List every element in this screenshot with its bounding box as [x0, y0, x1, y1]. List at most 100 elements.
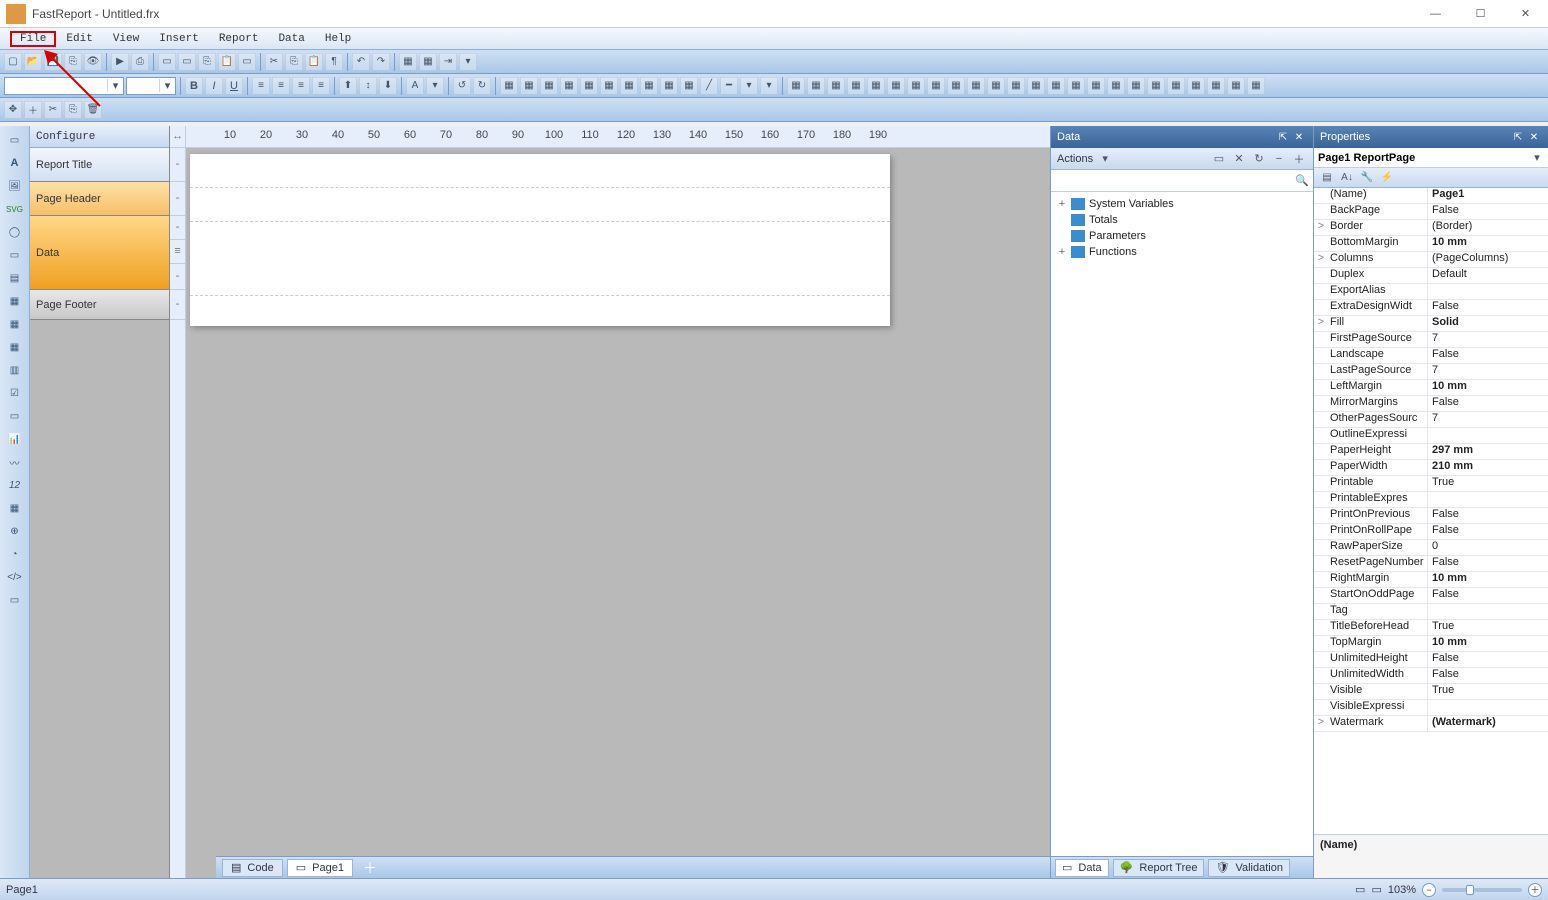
line-icon[interactable]: ▭: [5, 245, 25, 265]
property-value[interactable]: [1428, 428, 1548, 443]
property-value[interactable]: False: [1428, 396, 1548, 411]
property-value[interactable]: 0: [1428, 540, 1548, 555]
search-input[interactable]: [1055, 175, 1295, 187]
expand-icon[interactable]: >: [1314, 716, 1328, 731]
zoom-width-icon[interactable]: ▭: [1371, 883, 1381, 896]
copy-icon[interactable]: ⎘: [64, 101, 82, 119]
property-row[interactable]: VisibleExpressi: [1314, 700, 1548, 716]
page-band-title[interactable]: [190, 154, 890, 188]
property-value[interactable]: [1428, 700, 1548, 715]
property-value[interactable]: 297 mm: [1428, 444, 1548, 459]
page-surface[interactable]: [190, 154, 890, 326]
property-value[interactable]: 7: [1428, 332, 1548, 347]
property-row[interactable]: >Columns(PageColumns): [1314, 252, 1548, 268]
tree-node[interactable]: Parameters: [1057, 228, 1307, 244]
property-row[interactable]: >FillSolid: [1314, 316, 1548, 332]
align-icon[interactable]: ▦: [987, 77, 1005, 95]
property-value[interactable]: False: [1428, 508, 1548, 523]
menu-insert[interactable]: Insert: [149, 31, 209, 47]
property-row[interactable]: TitleBeforeHeadTrue: [1314, 620, 1548, 636]
property-value[interactable]: (Watermark): [1428, 716, 1548, 731]
tab-page1[interactable]: ▭ Page1: [287, 859, 353, 877]
property-value[interactable]: 10 mm: [1428, 236, 1548, 251]
align-icon[interactable]: ▦: [1227, 77, 1245, 95]
format-icon[interactable]: ¶: [325, 53, 343, 71]
gutter-seg[interactable]: -: [170, 148, 185, 182]
property-row[interactable]: BottomMargin10 mm: [1314, 236, 1548, 252]
picture-icon[interactable]: 🖼: [5, 176, 25, 196]
menu-report[interactable]: Report: [209, 31, 269, 47]
shape-icon[interactable]: ◯: [5, 222, 25, 242]
expand-icon[interactable]: [1314, 700, 1328, 715]
property-row[interactable]: PaperHeight297 mm: [1314, 444, 1548, 460]
tab-data[interactable]: ▭ Data: [1055, 859, 1109, 877]
property-row[interactable]: PaperWidth210 mm: [1314, 460, 1548, 476]
fillcolor-icon[interactable]: ▾: [426, 77, 444, 95]
expand-icon[interactable]: [1314, 524, 1328, 539]
textcolor-icon[interactable]: A: [406, 77, 424, 95]
tab-validation[interactable]: 🛡 Validation: [1208, 859, 1289, 877]
tab-report-tree[interactable]: 🌳 Report Tree: [1113, 859, 1205, 877]
property-value[interactable]: Default: [1428, 268, 1548, 283]
band-report-title[interactable]: Report Title: [30, 148, 169, 182]
valign-bot-icon[interactable]: ⬇: [379, 77, 397, 95]
expand-icon[interactable]: [1314, 588, 1328, 603]
property-value[interactable]: False: [1428, 204, 1548, 219]
extra-icon[interactable]: ▾: [459, 53, 477, 71]
spark-icon[interactable]: 〰: [5, 452, 25, 472]
tree-node[interactable]: +Functions: [1057, 244, 1307, 260]
property-row[interactable]: LeftMargin10 mm: [1314, 380, 1548, 396]
page2-icon[interactable]: ▭: [178, 53, 196, 71]
property-row[interactable]: LandscapeFalse: [1314, 348, 1548, 364]
gutter-seg[interactable]: -: [170, 182, 185, 216]
barcode-icon[interactable]: ▥: [5, 360, 25, 380]
matrix-icon[interactable]: ▦: [5, 337, 25, 357]
expand-icon[interactable]: [1314, 300, 1328, 315]
gutter-seg[interactable]: ≡: [170, 240, 185, 264]
checkbox-icon[interactable]: ☑: [5, 383, 25, 403]
expand-icon[interactable]: >: [1314, 316, 1328, 331]
align-icon[interactable]: ▦: [1167, 77, 1185, 95]
property-row[interactable]: OtherPagesSourc7: [1314, 412, 1548, 428]
slider-thumb[interactable]: [1466, 885, 1474, 895]
html-icon[interactable]: </>: [5, 567, 25, 587]
expand-icon[interactable]: [1057, 214, 1067, 226]
saveall-icon[interactable]: ⎘: [64, 53, 82, 71]
table-icon[interactable]: ▦: [5, 314, 25, 334]
ungroup-icon[interactable]: ▦: [419, 53, 437, 71]
align-icon[interactable]: ▦: [867, 77, 885, 95]
align-icon[interactable]: ▦: [1127, 77, 1145, 95]
tree-node[interactable]: Totals: [1057, 212, 1307, 228]
expand-icon[interactable]: >: [1314, 252, 1328, 267]
valign-top-icon[interactable]: ⬆: [339, 77, 357, 95]
actions-dropdown-icon[interactable]: ▾: [1097, 151, 1113, 167]
dup-icon[interactable]: ▭: [238, 53, 256, 71]
expand-icon[interactable]: [1314, 492, 1328, 507]
subreport-icon[interactable]: ▦: [5, 291, 25, 311]
maximize-button[interactable]: ☐: [1458, 0, 1503, 28]
minimize-button[interactable]: —: [1413, 0, 1458, 28]
align-icon[interactable]: ▦: [1067, 77, 1085, 95]
tab-code[interactable]: ▤ Code: [222, 859, 283, 877]
paste2-icon[interactable]: 📋: [305, 53, 323, 71]
expand-icon[interactable]: [1314, 444, 1328, 459]
property-value[interactable]: 7: [1428, 364, 1548, 379]
copy-icon[interactable]: ⎘: [198, 53, 216, 71]
alphabetic-icon[interactable]: A↓: [1338, 170, 1356, 186]
border-icon[interactable]: ▦: [600, 77, 618, 95]
menu-edit[interactable]: Edit: [56, 31, 102, 47]
property-row[interactable]: FirstPageSource7: [1314, 332, 1548, 348]
border-more-icon[interactable]: ▾: [760, 77, 778, 95]
menu-file[interactable]: File: [10, 31, 56, 47]
expand-icon[interactable]: ＋: [1291, 151, 1307, 167]
band-page-footer[interactable]: Page Footer: [30, 290, 169, 320]
new-datasource-icon[interactable]: ▭: [1211, 151, 1227, 167]
border-icon[interactable]: ▦: [620, 77, 638, 95]
property-row[interactable]: (Name)Page1: [1314, 188, 1548, 204]
property-row[interactable]: ExportAlias: [1314, 284, 1548, 300]
gutter-seg[interactable]: -: [170, 216, 185, 240]
expand-icon[interactable]: [1314, 604, 1328, 619]
expand-icon[interactable]: [1314, 332, 1328, 347]
expand-icon[interactable]: [1057, 230, 1067, 242]
cellular-icon[interactable]: ▦: [5, 498, 25, 518]
